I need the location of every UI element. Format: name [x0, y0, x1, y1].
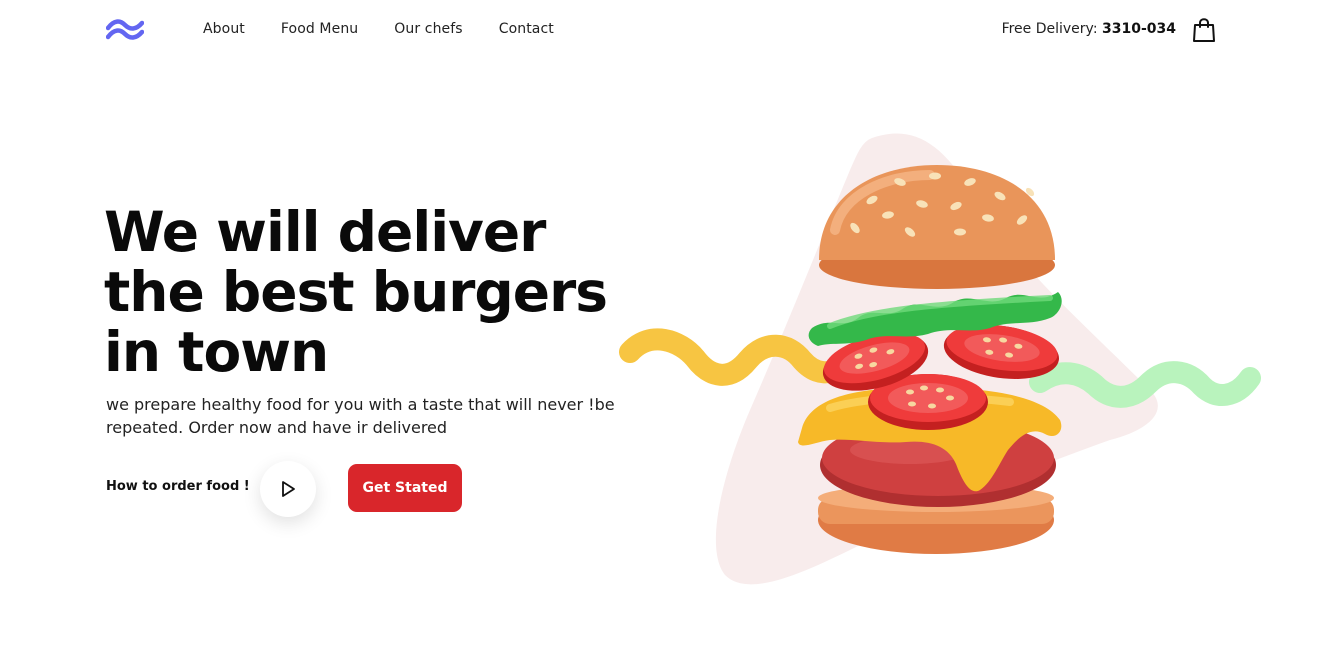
delivery-label: Free Delivery: — [1001, 21, 1098, 37]
hero-title-line: in town — [104, 320, 329, 384]
shopping-bag-icon[interactable] — [1192, 17, 1216, 43]
nav-link-contact[interactable]: Contact — [499, 21, 554, 37]
play-icon — [282, 481, 295, 497]
delivery-number: 3310-034 — [1102, 21, 1176, 37]
nav-link-about[interactable]: About — [203, 21, 245, 37]
hero-title-line: the best burgers — [104, 260, 608, 324]
how-to-order-link[interactable]: How to order food ! — [106, 479, 250, 494]
hero-subtitle: we prepare healthy food for you with a t… — [106, 393, 626, 439]
hero-subtitle-line: we prepare healthy food for you with a t… — [106, 395, 615, 414]
burger-illustration — [619, 133, 1261, 585]
page: About Food Menu Our chefs Contact Free D… — [0, 0, 1326, 647]
get-started-button[interactable]: Get Stated — [348, 464, 462, 512]
wave-logo-icon[interactable] — [106, 18, 144, 42]
hero-title-line: We will deliver — [104, 200, 546, 264]
play-video-button[interactable] — [260, 461, 316, 517]
delivery-info: Free Delivery: 3310-034 — [1002, 21, 1176, 37]
hero-title: We will deliver the best burgers in town — [104, 202, 664, 382]
main-nav: About Food Menu Our chefs Contact — [203, 21, 554, 37]
nav-link-our-chefs[interactable]: Our chefs — [394, 21, 462, 37]
hero-subtitle-line: repeated. Order now and have ir delivere… — [106, 418, 448, 437]
nav-link-food-menu[interactable]: Food Menu — [281, 21, 358, 37]
